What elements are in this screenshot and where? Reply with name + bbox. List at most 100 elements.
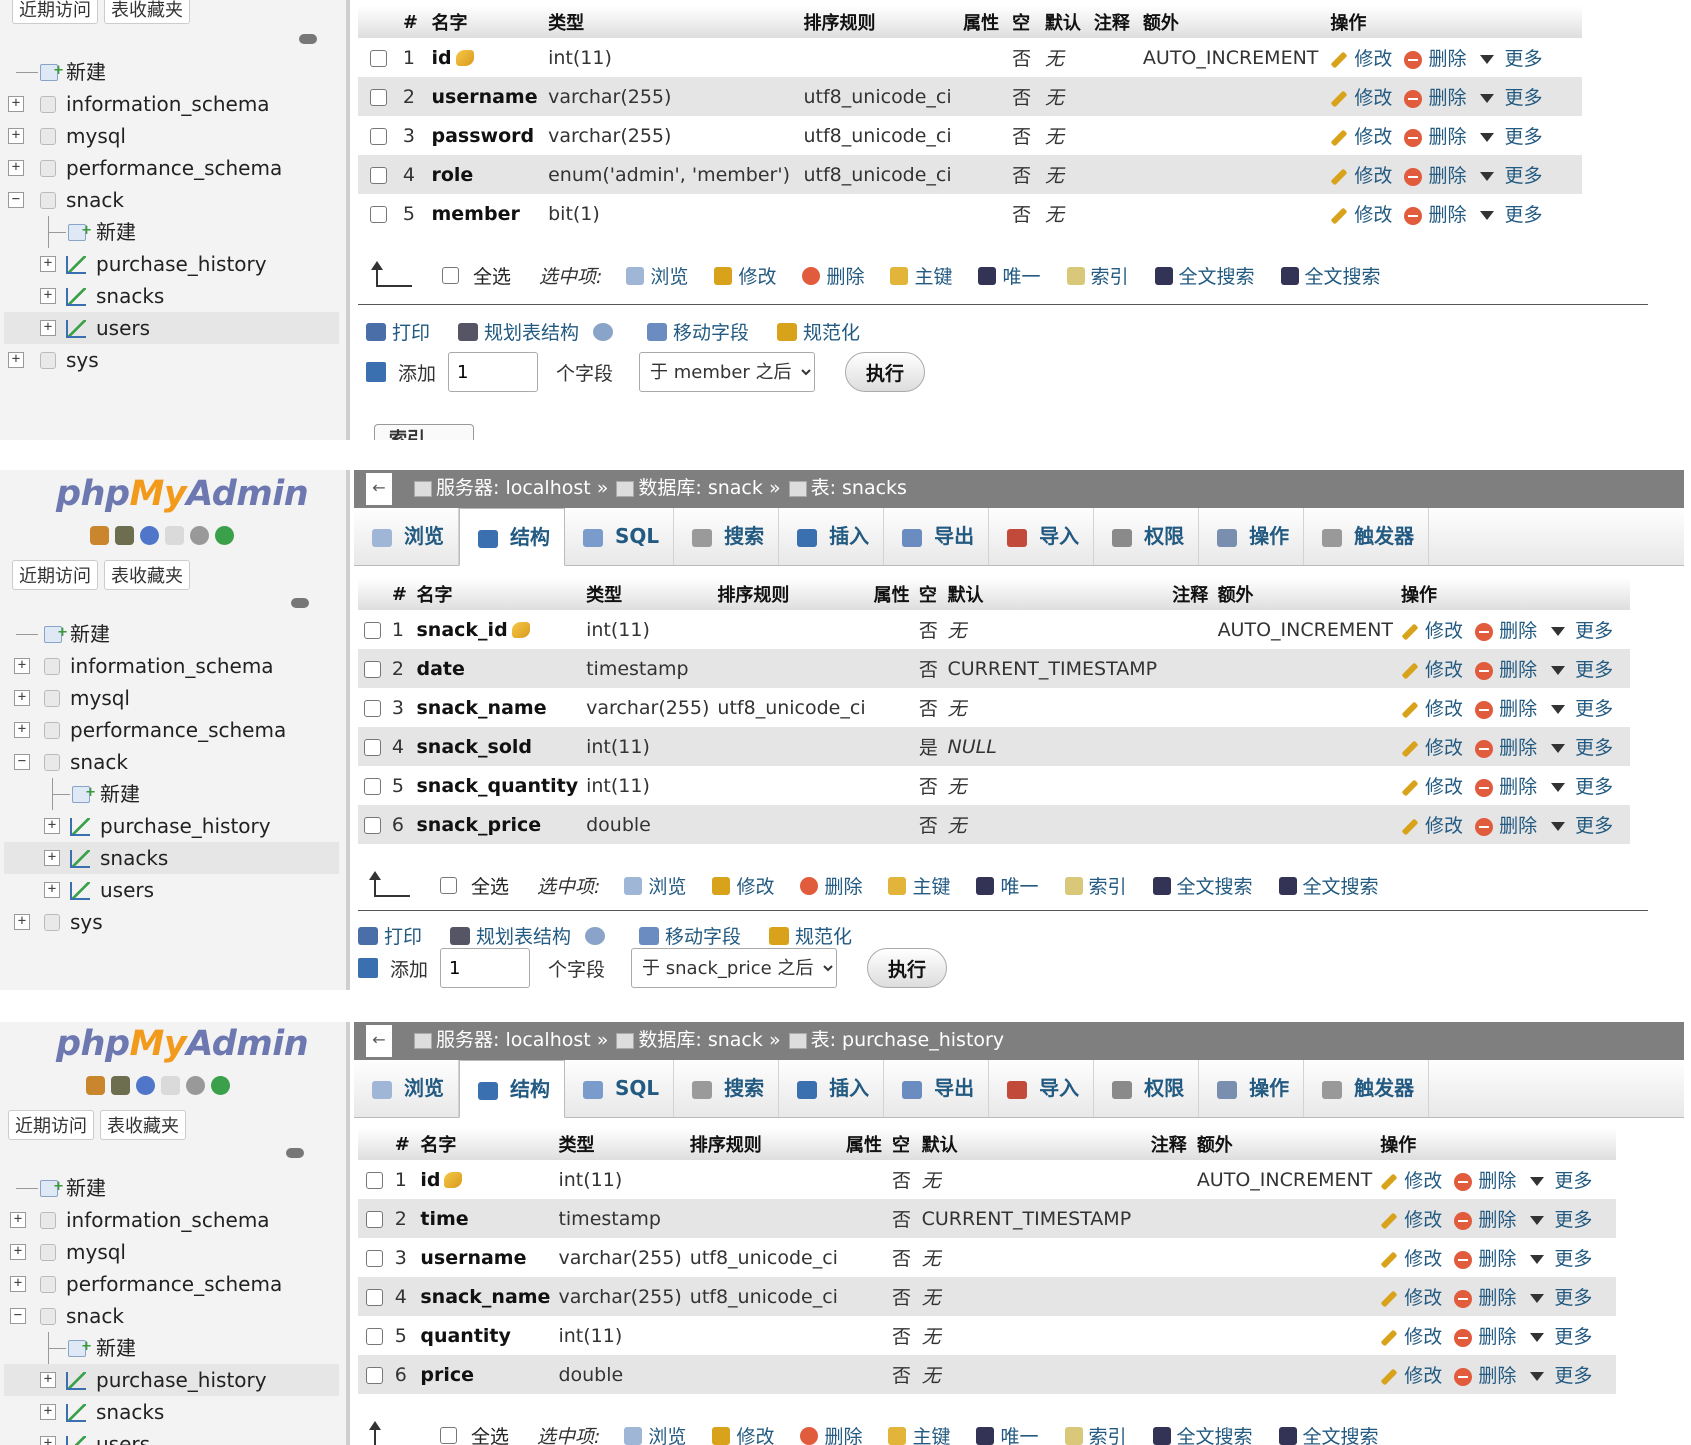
more-dropdown[interactable]: 更多: [1551, 698, 1613, 720]
edit-link[interactable]: 修改: [1380, 1326, 1442, 1348]
tree-db-information-schema[interactable]: + information_schema: [4, 1204, 339, 1236]
check-all-label[interactable]: 全选: [473, 262, 511, 289]
position-select[interactable]: 于 snack_price 之后: [631, 948, 838, 988]
more-dropdown[interactable]: 更多: [1551, 776, 1613, 798]
expand-icon[interactable]: +: [40, 288, 56, 304]
edit-link[interactable]: 修改: [1330, 48, 1392, 70]
drop-link[interactable]: 删除: [1475, 698, 1537, 720]
home-icon[interactable]: [90, 526, 109, 545]
crumb-table[interactable]: 表: snacks: [811, 477, 907, 499]
bulk-drop-button[interactable]: 删除: [802, 262, 864, 289]
row-checkbox[interactable]: [364, 660, 382, 678]
tree-db-snack[interactable]: − snack: [4, 746, 339, 778]
link-icon[interactable]: [291, 598, 309, 608]
recent-tab[interactable]: 近期访问: [8, 1110, 94, 1140]
back-arrow-icon[interactable]: ←: [366, 1025, 392, 1057]
edit-link[interactable]: 修改: [1401, 659, 1463, 681]
link-icon[interactable]: [299, 34, 317, 44]
propose-link[interactable]: 规划表结构: [458, 318, 619, 345]
more-dropdown[interactable]: 更多: [1480, 126, 1542, 148]
bulk-browse-button[interactable]: 浏览: [624, 1422, 686, 1445]
row-checkbox[interactable]: [365, 1327, 383, 1345]
expand-icon[interactable]: +: [8, 160, 24, 176]
favorites-tab[interactable]: 表收藏夹: [104, 0, 190, 24]
tree-db-mysql[interactable]: + mysql: [4, 682, 339, 714]
drop-link[interactable]: 删除: [1475, 776, 1537, 798]
bulk-browse-button[interactable]: 浏览: [626, 262, 688, 289]
column-count-input[interactable]: [448, 352, 539, 392]
tree-db-information-schema[interactable]: + information_schema: [4, 650, 339, 682]
more-dropdown[interactable]: 更多: [1480, 87, 1542, 109]
bulk-fulltext1-button[interactable]: 全文搜索: [1152, 1422, 1253, 1445]
more-dropdown[interactable]: 更多: [1530, 1248, 1592, 1270]
favorites-tab[interactable]: 表收藏夹: [104, 560, 190, 590]
tab-0[interactable]: 浏览: [354, 1060, 459, 1117]
go-button[interactable]: 执行: [867, 948, 948, 988]
row-checkbox[interactable]: [365, 1288, 383, 1306]
docs-icon[interactable]: [161, 1076, 180, 1095]
tab-7[interactable]: 权限: [1094, 508, 1200, 565]
check-all-label[interactable]: 全选: [471, 1422, 509, 1445]
help-icon[interactable]: [136, 1076, 155, 1095]
drop-link[interactable]: 删除: [1404, 165, 1466, 187]
more-dropdown[interactable]: 更多: [1551, 620, 1613, 642]
row-checkbox[interactable]: [364, 621, 382, 639]
row-checkbox[interactable]: [369, 88, 387, 106]
check-all-label[interactable]: 全选: [471, 872, 509, 899]
row-checkbox[interactable]: [364, 738, 382, 756]
exit-icon[interactable]: [111, 1076, 130, 1095]
tree-db-snack[interactable]: − snack: [4, 184, 339, 216]
tab-4[interactable]: 插入: [779, 508, 885, 565]
more-dropdown[interactable]: 更多: [1530, 1326, 1592, 1348]
row-checkbox[interactable]: [365, 1171, 383, 1189]
row-checkbox[interactable]: [365, 1210, 383, 1228]
collapse-icon[interactable]: −: [8, 192, 24, 208]
bulk-fulltext2-button[interactable]: 全文搜索: [1278, 872, 1379, 899]
more-dropdown[interactable]: 更多: [1530, 1287, 1592, 1309]
drop-link[interactable]: 删除: [1454, 1248, 1516, 1270]
tree-new-table[interactable]: 新建: [4, 777, 339, 810]
bulk-browse-button[interactable]: 浏览: [624, 872, 686, 899]
drop-link[interactable]: 删除: [1454, 1326, 1516, 1348]
tree-db-performance-schema[interactable]: + performance_schema: [4, 714, 339, 746]
expand-icon[interactable]: +: [44, 818, 60, 834]
move-link[interactable]: 移动字段: [639, 922, 741, 949]
row-checkbox[interactable]: [369, 205, 387, 223]
tree-new-db[interactable]: 新建: [4, 1171, 339, 1204]
tab-9[interactable]: 触发器: [1304, 508, 1430, 565]
tree-new-table[interactable]: 新建: [4, 215, 339, 248]
reload-icon[interactable]: [215, 526, 234, 545]
tree-db-performance-schema[interactable]: + performance_schema: [4, 1268, 339, 1300]
normalize-link[interactable]: 规范化: [769, 922, 852, 949]
tree-table-snacks[interactable]: + snacks: [4, 842, 339, 874]
bulk-fulltext2-button[interactable]: 全文搜索: [1278, 1422, 1379, 1445]
tab-3[interactable]: 搜索: [674, 508, 780, 565]
edit-link[interactable]: 修改: [1330, 87, 1392, 109]
tree-new-db[interactable]: 新建: [4, 55, 339, 88]
more-dropdown[interactable]: 更多: [1551, 737, 1613, 759]
normalize-link[interactable]: 规范化: [777, 318, 860, 345]
drop-link[interactable]: 删除: [1475, 659, 1537, 681]
settings-icon[interactable]: [190, 526, 209, 545]
column-count-input[interactable]: [440, 948, 531, 988]
check-all-checkbox[interactable]: [442, 267, 459, 284]
expand-icon[interactable]: +: [40, 1404, 56, 1420]
row-checkbox[interactable]: [364, 777, 382, 795]
crumb-server[interactable]: 服务器: localhost: [436, 1029, 591, 1051]
recent-tab[interactable]: 近期访问: [12, 0, 98, 24]
check-all-checkbox[interactable]: [440, 1427, 457, 1444]
print-link[interactable]: 打印: [358, 922, 422, 949]
expand-icon[interactable]: +: [8, 352, 24, 368]
link-icon[interactable]: [286, 1148, 304, 1158]
bulk-drop-button[interactable]: 删除: [800, 1422, 862, 1445]
drop-link[interactable]: 删除: [1454, 1287, 1516, 1309]
row-checkbox[interactable]: [369, 166, 387, 184]
edit-link[interactable]: 修改: [1380, 1248, 1442, 1270]
expand-icon[interactable]: +: [14, 914, 30, 930]
edit-link[interactable]: 修改: [1401, 737, 1463, 759]
tree-table-snacks[interactable]: + snacks: [4, 280, 339, 312]
more-dropdown[interactable]: 更多: [1551, 659, 1613, 681]
bulk-unique-button[interactable]: 唯一: [978, 262, 1041, 289]
bulk-edit-button[interactable]: 修改: [712, 1422, 774, 1445]
edit-link[interactable]: 修改: [1330, 204, 1392, 226]
